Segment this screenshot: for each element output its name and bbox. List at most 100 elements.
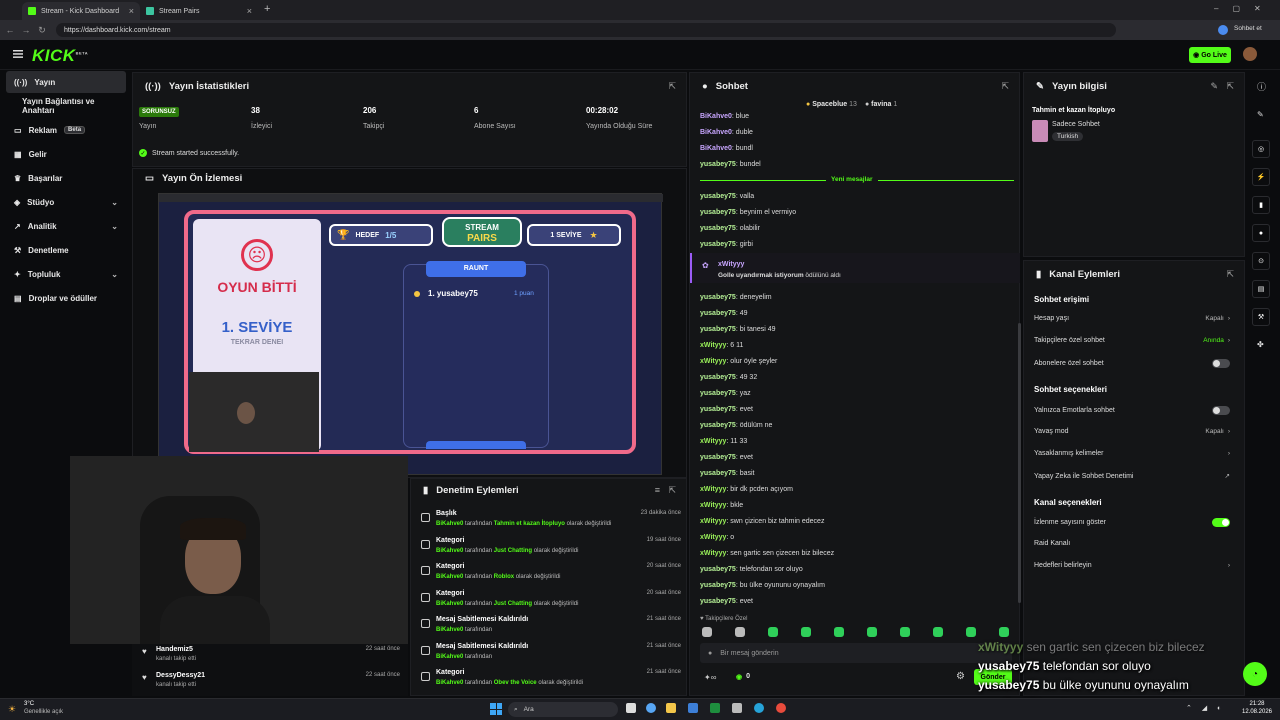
quick-action-4[interactable]: ● [1252, 224, 1270, 242]
popout-icon[interactable]: ⇱ [1226, 269, 1234, 280]
banned-words-row[interactable]: Yasaklanmış kelimeler › [1034, 450, 1230, 457]
back-icon[interactable]: ← [4, 25, 16, 35]
moderator-name[interactable]: BiKahve0 [436, 521, 463, 527]
share-icon[interactable]: ✤ [1257, 340, 1264, 349]
chat-username[interactable]: yusabey75 [700, 470, 736, 477]
emote-icon[interactable] [999, 627, 1009, 637]
show-views-toggle[interactable] [1212, 518, 1230, 527]
popout-icon[interactable]: ⇱ [1001, 81, 1009, 92]
window-controls[interactable]: –▢✕ [1214, 4, 1275, 13]
chat-username[interactable]: yusabey75 [700, 390, 736, 397]
system-tray-icons[interactable]: ⌃ ◢ ◐ [1186, 704, 1225, 712]
popout-icon[interactable]: ⇱ [1226, 81, 1234, 92]
chat-username[interactable]: xWityyy [700, 342, 726, 349]
sidebar-item-droplar[interactable]: ▤ Droplar ve ödüller [6, 287, 126, 309]
hamburger-menu-icon[interactable] [13, 50, 23, 58]
forward-icon[interactable]: → [20, 25, 32, 35]
close-tab-icon[interactable]: × [129, 6, 134, 16]
kick-logo[interactable]: KICKBETA [32, 46, 88, 66]
chat-username[interactable]: yusabey75 [700, 374, 736, 381]
reward-user[interactable]: xWityyy [718, 261, 744, 268]
chat-input[interactable]: ● Bir mesaj gönderin [700, 643, 1012, 663]
quick-action-3[interactable]: ▮ [1252, 196, 1270, 214]
chat-username[interactable]: xWityyy [700, 518, 726, 525]
copilot-icon[interactable] [646, 703, 656, 713]
chrome-icon[interactable] [776, 703, 786, 713]
windows-start-icon[interactable] [490, 703, 502, 715]
quick-action-7[interactable]: ⚒ [1252, 308, 1270, 326]
emote-icon[interactable] [933, 627, 943, 637]
app-icon[interactable] [732, 703, 742, 713]
gifter-item[interactable]: ● Spaceblue 13 [806, 101, 857, 108]
moderator-name[interactable]: BiKahve0 [436, 574, 463, 580]
sidebar-item-basarilar[interactable]: ♛ Başarılar [6, 167, 126, 189]
emote-icon[interactable] [768, 627, 778, 637]
moderator-name[interactable]: BiKahve0 [436, 601, 463, 607]
sidebar-item-denetleme[interactable]: ⚒ Denetleme [6, 239, 126, 261]
sidebar-item-studyo[interactable]: ◈ Stüdyo ⌄ [6, 191, 126, 213]
emotes-only-toggle[interactable] [1212, 406, 1230, 415]
subs-chat-toggle[interactable] [1212, 359, 1230, 368]
chat-username[interactable]: yusabey75 [700, 193, 736, 200]
emote-icon[interactable] [900, 627, 910, 637]
chat-username[interactable]: xWityyy [700, 358, 726, 365]
popout-icon[interactable]: ⇱ [668, 485, 676, 496]
settings-gear-icon[interactable]: ⚙ [956, 671, 965, 682]
slow-mode-row[interactable]: Yavaş mod Kapalı › [1034, 428, 1230, 435]
chat-username[interactable]: BiKahve0 [700, 145, 732, 152]
emote-icon[interactable] [801, 627, 811, 637]
chat-username[interactable]: yusabey75 [700, 582, 736, 589]
quick-action-5[interactable]: ⊙ [1252, 252, 1270, 270]
chat-username[interactable]: xWityyy [700, 550, 726, 557]
quick-action-6[interactable]: ▤ [1252, 280, 1270, 298]
edit-pencil-icon[interactable]: ✎ [1257, 110, 1264, 119]
goals-row[interactable]: Hedefleri belirleyin › [1034, 562, 1230, 569]
emote-icon[interactable] [702, 627, 712, 637]
close-tab-icon[interactable]: × [247, 6, 252, 16]
go-live-button[interactable]: ◉ Go Live [1189, 47, 1231, 63]
moderator-name[interactable]: BiKahve0 [436, 627, 463, 633]
raid-row[interactable]: Raid Kanalı [1034, 540, 1230, 547]
emote-icon[interactable] [834, 627, 844, 637]
quick-action-1[interactable]: ◎ [1252, 140, 1270, 158]
chat-username[interactable]: yusabey75 [700, 225, 736, 232]
chat-username[interactable]: xWityyy [700, 502, 726, 509]
file-explorer-icon[interactable] [666, 703, 676, 713]
gifter-item[interactable]: ● favina 1 [865, 101, 897, 108]
chat-username[interactable]: xWityyy [700, 486, 726, 493]
chat-username[interactable]: yusabey75 [700, 161, 736, 168]
sidebar-item-reklam[interactable]: ▭ Reklam Beta [6, 119, 126, 141]
chat-username[interactable]: yusabey75 [700, 310, 736, 317]
moderator-name[interactable]: BiKahve0 [436, 680, 463, 686]
chat-username[interactable]: xWityyy [700, 534, 726, 541]
emote-icon[interactable] [966, 627, 976, 637]
chat-username[interactable]: BiKahve0 [700, 113, 732, 120]
profile-icon[interactable] [1218, 25, 1228, 35]
chat-username[interactable]: BiKahve0 [700, 129, 732, 136]
stream-category[interactable]: Sadece Sohbet [1052, 121, 1100, 128]
chat-username[interactable]: yusabey75 [700, 598, 736, 605]
task-view-icon[interactable] [626, 703, 636, 713]
profile-label[interactable]: Sohbet et [1234, 25, 1262, 32]
tab-stream-pairs[interactable]: Stream Pairs × [140, 2, 258, 20]
user-avatar[interactable] [1243, 47, 1257, 61]
sidebar-item-gelir[interactable]: ▦ Gelir [6, 143, 126, 165]
preview-video[interactable]: ☹ OYUN BİTTİ 1. SEVİYE TEKRAR DENEI 🏆 HE… [158, 193, 663, 475]
edge-icon[interactable] [754, 703, 764, 713]
chat-username[interactable]: yusabey75 [700, 422, 736, 429]
sidebar-item-topluluk[interactable]: ✦ Topluluk ⌄ [6, 263, 126, 285]
filter-icon[interactable]: ≡ [655, 485, 660, 495]
floating-chat-button[interactable]: ◔ [1243, 662, 1267, 686]
ai-moderation-row[interactable]: Yapay Zeka ile Sohbet Denetimi ↗ [1034, 472, 1230, 481]
quick-action-2[interactable]: ⚡ [1252, 168, 1270, 186]
reload-icon[interactable]: ↻ [36, 25, 48, 36]
followers-chat-row[interactable]: Takipçilere özel sohbet Anında › [1034, 337, 1230, 344]
excel-icon[interactable] [710, 703, 720, 713]
edit-icon[interactable]: ✎ [1210, 81, 1218, 92]
taskbar-search[interactable]: ⌕ Ara [508, 702, 618, 717]
language-tag[interactable]: Turkish [1052, 132, 1084, 141]
chat-username[interactable]: yusabey75 [700, 294, 736, 301]
sidebar-item-stream-key[interactable]: Yayın Bağlantısı ve Anahtarı [6, 95, 126, 117]
chat-username[interactable]: yusabey75 [700, 326, 736, 333]
sidebar-item-analitik[interactable]: ↗ Analitik ⌄ [6, 215, 126, 237]
